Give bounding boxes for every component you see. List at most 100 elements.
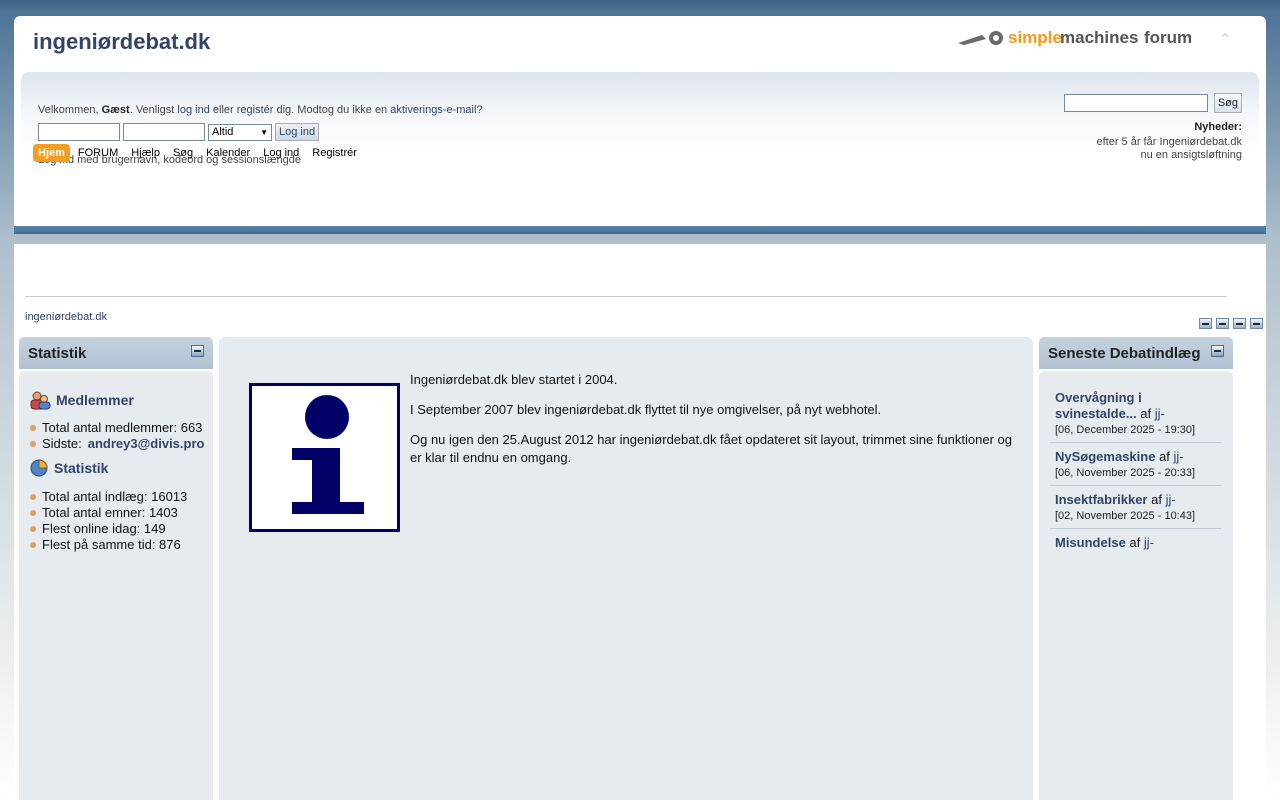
news-line-2: nu en ansigtsløftning (1140, 149, 1242, 161)
list-item: Total antal emner: 1403 (30, 505, 187, 521)
smf-logo[interactable]: simple machines forum (956, 25, 1196, 51)
menu-item-search[interactable]: Søg (168, 144, 198, 162)
username-field[interactable] (38, 123, 120, 141)
login-button[interactable]: Log ind (275, 123, 320, 141)
post-date: [02, November 2025 - 10:43] (1055, 510, 1196, 522)
members-heading: Medlemmer (30, 390, 134, 410)
left-panel-header: Statistik (19, 337, 213, 369)
list-item: Sidste: andrey3@divis.pro (30, 436, 204, 452)
activation-email-link[interactable]: aktiverings-e-mail (390, 104, 476, 116)
intro-paragraph-1: Ingeniørdebat.dk blev startet i 2004. (410, 372, 618, 387)
menu-item-forum[interactable]: FORUM (73, 144, 123, 162)
news-title: Nyheder: (1194, 121, 1242, 133)
register-link[interactable]: registér (237, 104, 274, 116)
right-panel-title: Seneste Debatindlæg (1048, 345, 1201, 362)
header-band (14, 226, 1266, 234)
menu-item-calendar[interactable]: Kalender (201, 144, 255, 162)
search-input[interactable] (1063, 94, 1208, 112)
post-author-link[interactable]: jj- (1166, 492, 1176, 507)
statistics-list: Total antal indlæg: 16013 Total antal em… (30, 489, 187, 553)
members-list: Total antal medlemmer: 663 Sidste: andre… (30, 420, 204, 452)
menu-item-login[interactable]: Log ind (258, 144, 304, 162)
bullet-icon (30, 510, 36, 516)
news-block: Nyheder: efter 5 år får Ingeniørdebat.dk… (1096, 121, 1242, 163)
welcome-mid2: dig. Modtog du ikke en (273, 104, 391, 116)
session-length-select[interactable]: Altid ▼ (208, 123, 272, 141)
session-length-value: Altid (212, 126, 234, 138)
post-title-link[interactable]: Insektfabrikker (1055, 492, 1148, 507)
svg-text:machines: machines (1060, 28, 1138, 47)
news-line-1: efter 5 år får Ingeniørdebat.dk (1096, 135, 1242, 148)
most-online-today: Flest online idag: 149 (42, 521, 166, 536)
welcome-line: Velkommen, Gæst. Venligst log ind eller … (38, 104, 483, 116)
chevron-up-icon[interactable]: ⌃ (1218, 33, 1232, 49)
svg-text:simple: simple (1008, 28, 1062, 47)
info-icon (249, 383, 400, 532)
total-posts: Total antal indlæg: 16013 (42, 489, 188, 504)
welcome-or: eller (209, 104, 237, 116)
header-box: ingeniørdebat.dk simple machines forum ⌃… (14, 16, 1266, 234)
welcome-suffix: ? (476, 104, 483, 116)
left-panel-title: Statistik (28, 345, 87, 362)
breadcrumb[interactable]: ingeniørdebat.dk (25, 311, 107, 323)
post-author-link[interactable]: jj- (1144, 535, 1154, 550)
post-title-link[interactable]: Overvågning i svinestalde... (1055, 390, 1142, 421)
statistics-heading: Statistik (30, 458, 108, 477)
recent-posts-list: Overvågning i svinestalde... af jj- [06,… (1050, 390, 1221, 561)
bullet-icon (30, 526, 36, 532)
list-item: Overvågning i svinestalde... af jj- [06,… (1050, 390, 1221, 443)
list-item: NySøgemaskine af jj- [06, November 2025 … (1050, 449, 1221, 486)
list-item: Flest på samme tid: 876 (30, 537, 187, 553)
list-item: Total antal medlemmer: 663 (30, 420, 204, 436)
login-link[interactable]: log ind (177, 104, 209, 116)
bullet-icon (30, 425, 36, 431)
collapse-right-icon[interactable] (1216, 318, 1229, 329)
members-link[interactable]: Medlemmer (56, 392, 134, 408)
post-by: af (1151, 492, 1162, 507)
search-form: Søg (1063, 93, 1242, 113)
post-title-link[interactable]: NySøgemaskine (1055, 449, 1155, 464)
latest-member-link[interactable]: andrey3@divis.pro (88, 436, 205, 452)
list-item: Total antal indlæg: 16013 (30, 489, 187, 505)
site-title[interactable]: ingeniørdebat.dk (33, 29, 210, 55)
latest-label: Sidste: (42, 436, 82, 451)
list-item: Misundelse af jj- (1050, 535, 1221, 555)
collapse-panel-icon[interactable] (1211, 345, 1224, 357)
post-date: [06, December 2025 - 19:30] (1055, 424, 1196, 436)
menu-item-home[interactable]: Hjem (33, 144, 70, 162)
bullet-icon (30, 494, 36, 500)
right-panel: Overvågning i svinestalde... af jj- [06,… (1039, 371, 1233, 800)
total-members: Total antal medlemmer: 663 (42, 420, 203, 435)
list-item: Insektfabrikker af jj- [02, November 202… (1050, 492, 1221, 529)
collapse-panel-icon[interactable] (191, 345, 204, 357)
intro-paragraph-3: Og nu igen den 25.August 2012 har ingeni… (410, 432, 1012, 465)
menu-item-help[interactable]: Hjælp (126, 144, 165, 162)
divider (25, 296, 1227, 297)
main-menu: Hjem FORUM Hjælp Søg Kalender Log ind Re… (33, 144, 362, 162)
chevron-down-icon: ▼ (260, 127, 268, 137)
collapse-bottom-icon[interactable] (1250, 318, 1263, 329)
collapse-top-icon[interactable] (1233, 318, 1246, 329)
post-title-link[interactable]: Misundelse (1055, 535, 1126, 550)
center-panel: Ingeniørdebat.dk blev startet i 2004. I … (219, 337, 1033, 800)
svg-text:forum: forum (1144, 28, 1192, 47)
post-author-link[interactable]: jj- (1174, 449, 1184, 464)
post-by: af (1129, 535, 1141, 550)
list-item: Flest online idag: 149 (30, 521, 187, 537)
guest-name: Gæst (101, 104, 130, 116)
total-topics: Total antal emner: 1403 (42, 505, 178, 520)
bullet-icon (30, 542, 36, 548)
menu-item-register[interactable]: Registrér (307, 144, 362, 162)
intro-text: Ingeniørdebat.dk blev startet i 2004. I … (410, 371, 1020, 479)
password-field[interactable] (123, 123, 205, 141)
post-date: [06, November 2025 - 20:33] (1055, 467, 1196, 479)
login-form: Altid ▼ Log ind (38, 123, 320, 141)
intro-paragraph-2: I September 2007 blev ingeniørdebat.dk f… (410, 402, 882, 417)
right-panel-header: Seneste Debatindlæg (1039, 337, 1233, 369)
statistics-link[interactable]: Statistik (54, 460, 108, 476)
members-icon (30, 391, 51, 410)
bullet-icon (30, 441, 36, 447)
search-button[interactable]: Søg (1213, 93, 1242, 113)
post-author-link[interactable]: jj- (1155, 406, 1165, 421)
collapse-left-icon[interactable] (1199, 318, 1212, 329)
